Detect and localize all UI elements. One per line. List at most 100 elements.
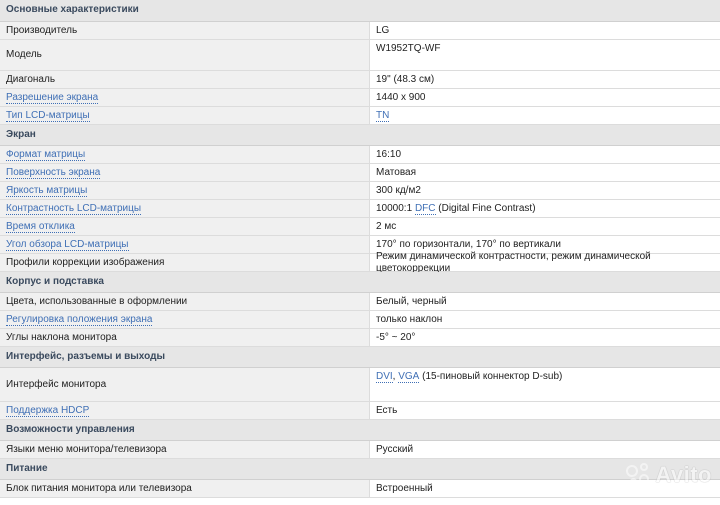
spec-label: Углы наклона монитора: [6, 331, 117, 343]
spec-value-link[interactable]: DFC: [414, 203, 436, 215]
spec-row-model: Модель W1952TQ-WF: [0, 40, 720, 71]
spec-table: Основные характеристики Производитель LG…: [0, 0, 720, 498]
spec-label-link[interactable]: Время отклика: [6, 221, 75, 233]
spec-value-suffix: (Digital Fine Contrast): [438, 202, 536, 214]
spec-row-resolution: Разрешение экрана 1440 x 900: [0, 89, 720, 107]
spec-row-power-supply: Блок питания монитора или телевизора Вст…: [0, 480, 720, 498]
spec-value: Русский: [376, 443, 414, 455]
spec-label: Языки меню монитора/телевизора: [6, 443, 167, 455]
section-header-body: Корпус и подставка: [0, 272, 720, 293]
spec-label-cell: Модель: [0, 40, 370, 70]
spec-value-cell: -5° ~ 20°: [370, 329, 720, 346]
spec-label-link[interactable]: Разрешение экрана: [6, 92, 99, 104]
spec-value-link-vga[interactable]: VGA: [398, 371, 420, 383]
spec-label-cell: Профили коррекции изображения: [0, 254, 370, 271]
spec-value: 19" (48.3 см): [376, 73, 435, 85]
spec-value: 2 мс: [376, 220, 397, 232]
avito-logo-icon: [626, 463, 650, 487]
spec-value: Белый, черный: [376, 295, 447, 307]
spec-label: Блок питания монитора или телевизора: [6, 482, 192, 494]
spec-row-aspect: Формат матрицы 16:10: [0, 146, 720, 164]
spec-value: W1952TQ-WF: [376, 43, 441, 54]
spec-label-cell: Интерфейс монитора: [0, 368, 370, 401]
spec-label-cell: Яркость матрицы: [0, 182, 370, 199]
spec-label-cell: Тип LCD-матрицы: [0, 107, 370, 124]
section-header-interfaces: Интерфейс, разъемы и выходы: [0, 347, 720, 368]
spec-label-cell: Блок питания монитора или телевизора: [0, 480, 370, 497]
spec-label: Производитель: [6, 24, 78, 36]
spec-row-hdcp: Поддержка HDCP Есть: [0, 402, 720, 420]
spec-label-link[interactable]: Формат матрицы: [6, 149, 86, 161]
spec-value-cell: Режим динамической контрастности, режим …: [370, 251, 720, 274]
spec-label: Профили коррекции изображения: [6, 256, 165, 268]
section-title: Интерфейс, разъемы и выходы: [6, 351, 165, 362]
spec-value-cell: только наклон: [370, 311, 720, 328]
spec-value-cell: DVI, VGA (15-пиновый коннектор D-sub): [370, 368, 720, 401]
spec-value-link[interactable]: TN: [376, 110, 390, 122]
spec-value-cell: 19" (48.3 см): [370, 71, 720, 88]
spec-value-link-dvi[interactable]: DVI: [376, 371, 393, 383]
spec-value: Матовая: [376, 166, 416, 178]
section-title: Возможности управления: [6, 424, 135, 435]
spec-value-cell: Белый, черный: [370, 293, 720, 310]
spec-value: 170° по горизонтали, 170° по вертикали: [376, 238, 561, 250]
spec-row-manufacturer: Производитель LG: [0, 22, 720, 40]
spec-value-cell: 10000:1 DFC (Digital Fine Contrast): [370, 200, 720, 217]
spec-label-cell: Разрешение экрана: [0, 89, 370, 106]
spec-row-contrast: Контрастность LCD-матрицы 10000:1 DFC (D…: [0, 200, 720, 218]
spec-row-profiles: Профили коррекции изображения Режим дина…: [0, 251, 720, 274]
spec-label-link[interactable]: Регулировка положения экрана: [6, 314, 153, 326]
spec-row-diagonal: Диагональ 19" (48.3 см): [0, 71, 720, 89]
spec-row-surface: Поверхность экрана Матовая: [0, 164, 720, 182]
spec-label-cell: Цвета, использованные в оформлении: [0, 293, 370, 310]
spec-label-link[interactable]: Поддержка HDCP: [6, 405, 90, 417]
spec-value-cell: Русский: [370, 441, 720, 458]
spec-value: Есть: [376, 404, 398, 416]
spec-value: 1440 x 900: [376, 91, 426, 103]
spec-row-colors: Цвета, использованные в оформлении Белый…: [0, 293, 720, 311]
spec-value-cell: LG: [370, 22, 720, 39]
section-title: Питание: [6, 463, 48, 474]
spec-row-adjustment: Регулировка положения экрана только накл…: [0, 311, 720, 329]
section-header-controls: Возможности управления: [0, 420, 720, 441]
spec-label: Модель: [6, 49, 42, 60]
spec-row-brightness: Яркость матрицы 300 кд/м2: [0, 182, 720, 200]
spec-value-cell: 16:10: [370, 146, 720, 163]
spec-value-cell: Матовая: [370, 164, 720, 181]
spec-label-link[interactable]: Контрастность LCD-матрицы: [6, 203, 142, 215]
spec-label-cell: Формат матрицы: [0, 146, 370, 163]
spec-value-cell: 2 мс: [370, 218, 720, 235]
spec-label-cell: Языки меню монитора/телевизора: [0, 441, 370, 458]
spec-label-link[interactable]: Яркость матрицы: [6, 185, 88, 197]
spec-value: 10000:1: [376, 202, 413, 214]
spec-label-cell: Поддержка HDCP: [0, 402, 370, 419]
spec-value-cell: Есть: [370, 402, 720, 419]
spec-row-tilt: Углы наклона монитора -5° ~ 20°: [0, 329, 720, 347]
spec-value: 300 кд/м2: [376, 184, 421, 196]
spec-value: LG: [376, 24, 390, 36]
spec-label-link[interactable]: Поверхность экрана: [6, 167, 101, 179]
section-title: Основные характеристики: [6, 4, 139, 15]
spec-value-cell: 300 кд/м2: [370, 182, 720, 199]
section-header-main: Основные характеристики: [0, 0, 720, 22]
spec-row-response: Время отклика 2 мс: [0, 218, 720, 236]
spec-label-cell: Время отклика: [0, 218, 370, 235]
spec-value: только наклон: [376, 313, 443, 325]
spec-row-matrix-type: Тип LCD-матрицы TN: [0, 107, 720, 125]
section-title: Экран: [6, 129, 36, 140]
spec-value: -5° ~ 20°: [376, 331, 416, 343]
spec-label-cell: Поверхность экрана: [0, 164, 370, 181]
spec-label: Интерфейс монитора: [6, 378, 107, 390]
spec-label-cell: Производитель: [0, 22, 370, 39]
spec-label: Диагональ: [6, 73, 56, 85]
spec-value-cell: TN: [370, 107, 720, 124]
spec-value: Встроенный: [376, 482, 433, 494]
section-header-power: Питание: [0, 459, 720, 480]
spec-label-link[interactable]: Тип LCD-матрицы: [6, 110, 90, 122]
section-header-screen: Экран: [0, 125, 720, 146]
spec-value-suffix: (15-пиновый коннектор D-sub): [422, 371, 563, 382]
spec-value-separator: ,: [392, 371, 396, 382]
spec-label-cell: Регулировка положения экрана: [0, 311, 370, 328]
spec-label-link[interactable]: Угол обзора LCD-матрицы: [6, 239, 129, 251]
avito-watermark: Avito: [626, 462, 712, 488]
